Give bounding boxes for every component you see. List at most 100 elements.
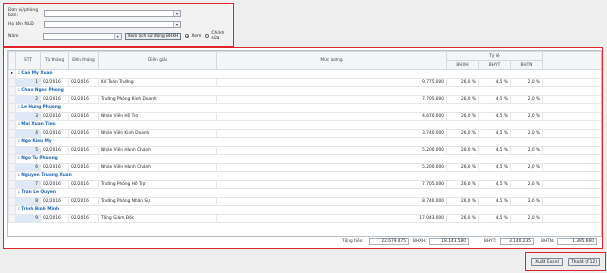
from-month-header[interactable]: Từ tháng	[40, 51, 69, 70]
bhtn-cell[interactable]: 2,0 %	[509, 128, 544, 138]
table-row[interactable]: 7 02/2016 02/2016 Trưởng Phòng Hỗ Trợ 7.705.…	[8, 179, 601, 189]
row-indicator[interactable]	[8, 205, 16, 215]
stt-cell[interactable]: 2	[15, 94, 41, 104]
table-row[interactable]: 8 02/2016 02/2016 Trưởng Phòng Nhân Sự 8.740…	[8, 196, 601, 206]
bhtn-cell[interactable]: 2,0 %	[509, 162, 544, 172]
year-select[interactable]: ▾	[42, 32, 122, 40]
salary-cell[interactable]: 4.670.000	[216, 111, 447, 121]
bhxh-cell[interactable]: 26,0 %	[446, 179, 479, 189]
view-history-button[interactable]: Xem lịch sử đóng BHXH	[124, 32, 182, 40]
description-cell[interactable]: Nhân Viên Hỗ Trợ	[98, 111, 217, 121]
bhxh-cell[interactable]: 26,0 %	[446, 77, 479, 87]
salary-header[interactable]: Mức lương	[216, 51, 447, 70]
from-month-cell[interactable]: 02/2016	[40, 77, 69, 87]
to-month-cell[interactable]: 02/2016	[68, 145, 99, 155]
bhxh-cell[interactable]: 26,0 %	[446, 196, 479, 206]
from-month-cell[interactable]: 02/2016	[40, 179, 69, 189]
salary-cell[interactable]: 7.705.000	[216, 179, 447, 189]
from-month-cell[interactable]: 02/2016	[40, 145, 69, 155]
description-cell[interactable]: Kế Toán Trưởng	[98, 77, 217, 87]
from-month-cell[interactable]: 02/2016	[40, 213, 69, 223]
to-month-cell[interactable]: 02/2016	[68, 94, 99, 104]
stt-cell[interactable]: 9	[15, 213, 41, 223]
bhtn-header[interactable]: BHTN	[509, 60, 544, 70]
bhyt-cell[interactable]: 4,5 %	[478, 196, 511, 206]
bhxh-cell[interactable]: 26,0 %	[446, 111, 479, 121]
row-indicator[interactable]	[8, 137, 16, 147]
salary-cell[interactable]: 5.200.000	[216, 162, 447, 172]
stt-cell[interactable]: 6	[15, 162, 41, 172]
bhtn-cell[interactable]: 2,0 %	[509, 94, 544, 104]
from-month-cell[interactable]: 02/2016	[40, 94, 69, 104]
employee-select[interactable]: ▾	[44, 20, 181, 28]
bhyt-cell[interactable]: 4,5 %	[478, 128, 511, 138]
bhtn-cell[interactable]: 2,0 %	[509, 77, 544, 87]
row-pointer-icon[interactable]: ▸	[8, 69, 16, 79]
to-month-cell[interactable]: 02/2016	[68, 213, 99, 223]
table-row[interactable]: 5 02/2016 02/2016 Nhân Viên Hành Chánh 5.200…	[8, 145, 601, 155]
radio-edit[interactable]: Chỉnh sửa	[205, 31, 233, 41]
from-month-cell[interactable]: 02/2016	[40, 111, 69, 121]
bhyt-cell[interactable]: 4,5 %	[478, 162, 511, 172]
table-row[interactable]: 6 02/2016 02/2016 Nhân Viên Hành Chánh 5.200…	[8, 162, 601, 172]
row-indicator[interactable]	[8, 86, 16, 96]
description-cell[interactable]: Nhân Viên Hành Chánh	[98, 162, 217, 172]
bhxh-cell[interactable]: 26,0 %	[446, 145, 479, 155]
bhyt-cell[interactable]: 4,5 %	[478, 213, 511, 223]
group-row[interactable]: : Ngo Tu Phuong	[8, 154, 601, 164]
to-month-header[interactable]: Đến tháng	[68, 51, 99, 70]
salary-cell[interactable]: 7.705.000	[216, 94, 447, 104]
to-month-cell[interactable]: 02/2016	[68, 179, 99, 189]
from-month-cell[interactable]: 02/2016	[40, 196, 69, 206]
table-row[interactable]: 4 02/2016 02/2016 Nhân Viên Kinh Doanh 3.740…	[8, 128, 601, 138]
table-row[interactable]: 3 02/2016 02/2016 Nhân Viên Hỗ Trợ 4.670.000…	[8, 111, 601, 121]
row-indicator[interactable]	[8, 120, 16, 130]
salary-cell[interactable]: 3.740.000	[216, 128, 447, 138]
bhyt-cell[interactable]: 4,5 %	[478, 179, 511, 189]
group-row[interactable]: : Nguyen Truong Xuan	[8, 171, 601, 181]
bhxh-cell[interactable]: 26,0 %	[446, 162, 479, 172]
to-month-cell[interactable]: 02/2016	[68, 77, 99, 87]
department-select[interactable]: ▾	[44, 9, 181, 17]
description-cell[interactable]: Nhân Viên Hành Chánh	[98, 145, 217, 155]
row-indicator[interactable]	[8, 188, 16, 198]
group-row[interactable]: ▸: Cao My Xuan	[8, 69, 601, 79]
group-row[interactable]: : Chau Ngoc Phong	[8, 86, 601, 96]
radio-unselected-icon[interactable]	[205, 34, 210, 38]
from-month-cell[interactable]: 02/2016	[40, 128, 69, 138]
description-cell[interactable]: Tổng Giám Đốc	[98, 213, 217, 223]
row-indicator[interactable]	[8, 171, 16, 181]
to-month-cell[interactable]: 02/2016	[68, 162, 99, 172]
bhyt-cell[interactable]: 4,5 %	[478, 111, 511, 121]
to-month-cell[interactable]: 02/2016	[68, 111, 99, 121]
bhtn-cell[interactable]: 2,0 %	[509, 111, 544, 121]
description-cell[interactable]: Trưởng Phòng Kinh Doanh	[98, 94, 217, 104]
bhyt-header[interactable]: BHYT	[478, 60, 511, 70]
description-cell[interactable]: Nhân Viên Kinh Doanh	[98, 128, 217, 138]
group-row[interactable]: : Ngo Kieu My	[8, 137, 601, 147]
group-row[interactable]: : Mai Xuan Tien	[8, 120, 601, 130]
table-row[interactable]: 9 02/2016 02/2016 Tổng Giám Đốc 17.043.000 26…	[8, 213, 601, 223]
export-excel-button[interactable]: Xuất Excel	[531, 258, 563, 266]
description-cell[interactable]: Trưởng Phòng Hỗ Trợ	[98, 179, 217, 189]
from-month-cell[interactable]: 02/2016	[40, 162, 69, 172]
bhtn-cell[interactable]: 2,0 %	[509, 145, 544, 155]
row-indicator[interactable]	[8, 103, 16, 113]
bhxh-cell[interactable]: 26,0 %	[446, 213, 479, 223]
bhyt-cell[interactable]: 4,5 %	[478, 145, 511, 155]
bhtn-cell[interactable]: 2,0 %	[509, 196, 544, 206]
bhxh-cell[interactable]: 26,0 %	[446, 94, 479, 104]
stt-cell[interactable]: 8	[15, 196, 41, 206]
insurance-grid[interactable]: STT Từ tháng Đến tháng Diễn giải Mức lươ…	[7, 50, 602, 237]
chevron-down-icon[interactable]: ▾	[113, 33, 121, 39]
table-row[interactable]: 2 02/2016 02/2016 Trưởng Phòng Kinh Doanh 7.…	[8, 94, 601, 104]
group-row[interactable]: : Tran Le Quyen	[8, 188, 601, 198]
bhyt-cell[interactable]: 4,5 %	[478, 94, 511, 104]
description-cell[interactable]: Trưởng Phòng Nhân Sự	[98, 196, 217, 206]
radio-view[interactable]: Xem	[185, 34, 201, 39]
exit-button[interactable]: Thoát (F12)	[568, 258, 600, 266]
bhxh-header[interactable]: BHXH	[446, 60, 479, 70]
salary-cell[interactable]: 5.200.000	[216, 145, 447, 155]
salary-cell[interactable]: 8.740.000	[216, 196, 447, 206]
description-header[interactable]: Diễn giải	[98, 51, 217, 70]
